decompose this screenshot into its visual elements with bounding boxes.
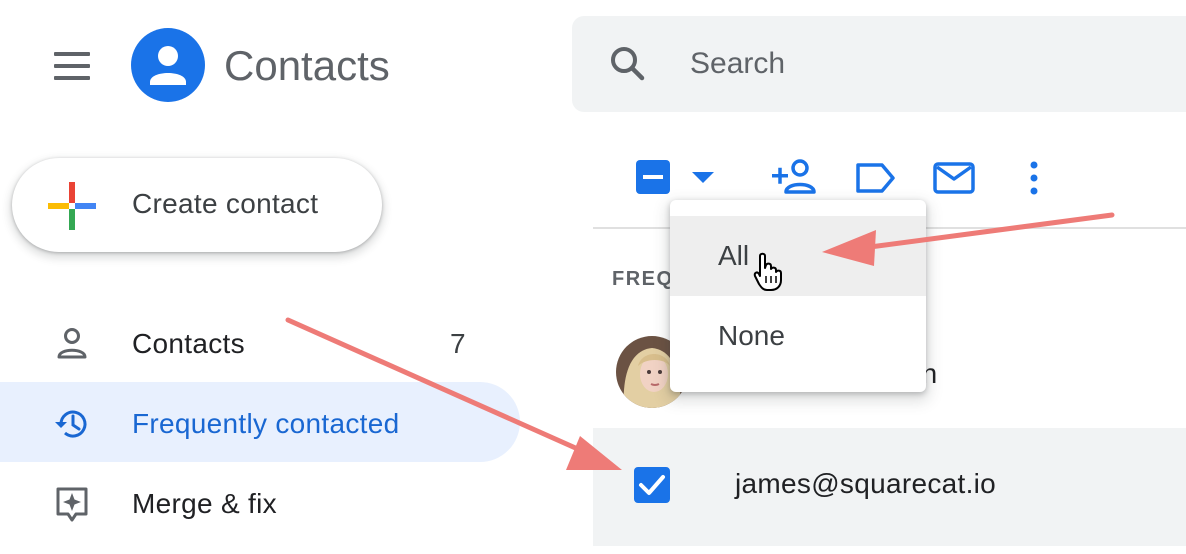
contact-email: james@squarecat.io	[735, 468, 997, 499]
merge-fix-icon	[52, 484, 92, 524]
option-label: All	[718, 240, 750, 271]
history-icon	[52, 404, 92, 444]
menu-bar	[54, 52, 90, 56]
label-icon[interactable]	[854, 160, 896, 196]
menu-bar	[54, 76, 90, 80]
select-partial-checkbox-icon[interactable]	[634, 158, 674, 198]
checkmark-icon	[639, 475, 665, 495]
contacts-logo-icon	[131, 28, 205, 102]
row-checkbox-checked[interactable]	[634, 467, 670, 503]
select-all-option[interactable]: All	[670, 216, 926, 296]
sidebar-item-contacts[interactable]: Contacts 7	[0, 302, 520, 382]
sidebar-item-label: Merge & fix	[132, 488, 277, 519]
create-contact-label: Create contact	[132, 188, 319, 219]
email-icon[interactable]	[932, 160, 976, 196]
search-icon[interactable]	[604, 40, 652, 88]
select-dropdown-arrow-icon[interactable]	[688, 166, 718, 190]
add-person-icon[interactable]	[768, 156, 820, 200]
option-label: None	[718, 320, 785, 351]
person-icon	[52, 324, 92, 364]
select-dropdown-menu: All None	[670, 200, 926, 392]
sidebar-item-merge-fix[interactable]: Merge & fix	[0, 462, 520, 542]
section-header: FREQ	[612, 268, 674, 290]
menu-bar	[54, 64, 90, 68]
plus-icon	[48, 182, 96, 230]
search-input[interactable]	[690, 42, 1150, 86]
more-vert-icon[interactable]	[1024, 158, 1044, 198]
hand-cursor-icon	[752, 252, 786, 292]
select-none-option[interactable]: None	[670, 296, 926, 376]
sidebar-item-label: Frequently contacted	[132, 408, 400, 439]
main-menu-button[interactable]	[50, 48, 94, 84]
app-title: Contacts	[224, 42, 390, 89]
contacts-count: 7	[450, 328, 466, 359]
sidebar-item-frequently-contacted[interactable]: Frequently contacted	[0, 382, 520, 462]
sidebar-item-label: Contacts	[132, 328, 245, 359]
